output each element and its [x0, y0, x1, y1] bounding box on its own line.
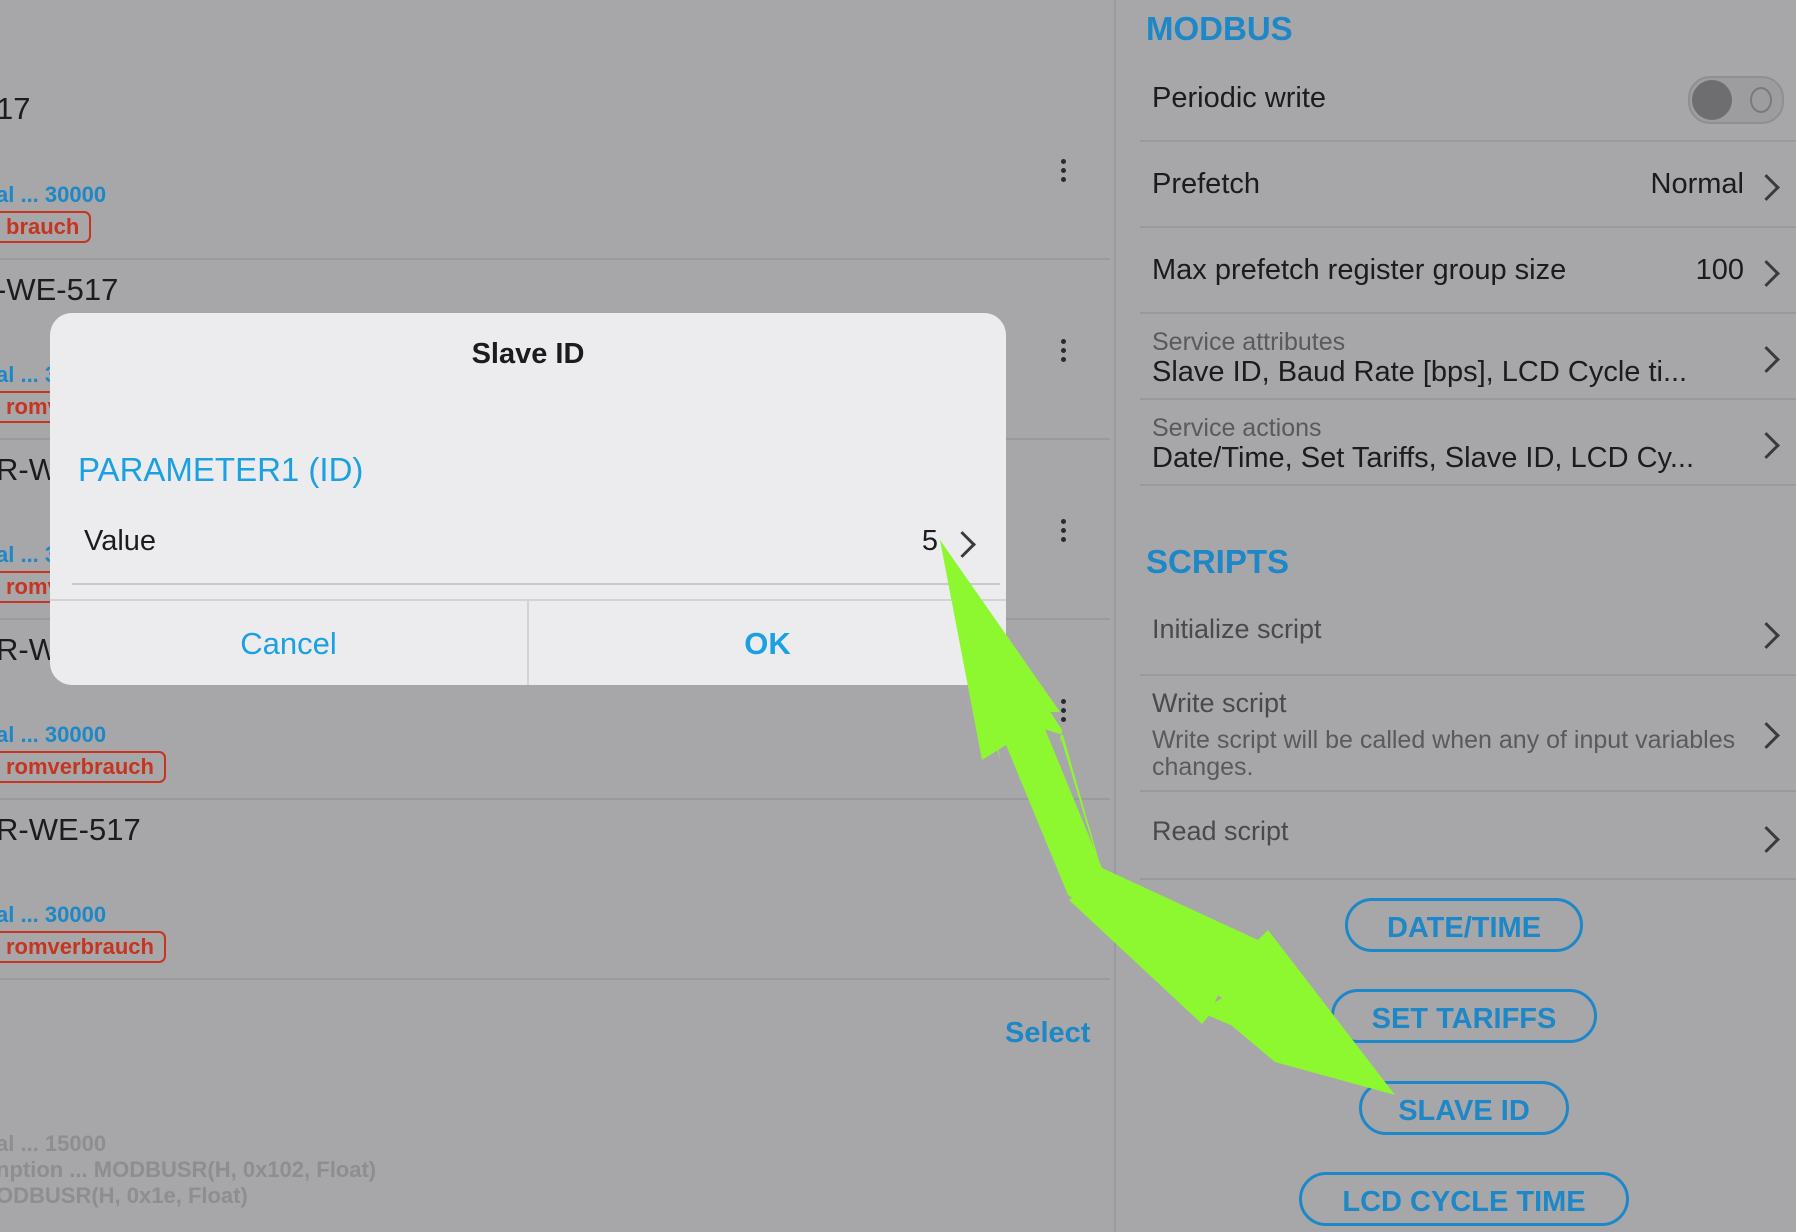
- set-tariffs-button[interactable]: SET TARIFFS: [1331, 989, 1597, 1043]
- select-link[interactable]: Select: [1005, 1017, 1090, 1050]
- divider: [1140, 878, 1796, 880]
- chevron-right-icon: [1753, 826, 1780, 853]
- list-item[interactable]: R-WE-517 al ... 30000 romverbrauch: [0, 800, 1110, 980]
- initialize-script-label: Initialize script: [1152, 614, 1322, 644]
- service-attributes-value: Slave ID, Baud Rate [bps], LCD Cycle ti.…: [1152, 356, 1688, 388]
- periodic-write-label: Periodic write: [1152, 82, 1327, 114]
- dialog-title: Slave ID: [471, 338, 585, 370]
- periodic-write-toggle[interactable]: [1688, 76, 1784, 124]
- list-item-meta: al ... 30000: [0, 722, 107, 747]
- list-item-meta: al ... 3: [0, 362, 58, 387]
- service-attributes-caption: Service attributes: [1152, 328, 1346, 356]
- list-item-meta: al ... 30000: [0, 902, 107, 927]
- dialog-section-header: PARAMETER1 (ID): [78, 451, 364, 488]
- value-label: Value: [84, 525, 157, 557]
- service-actions-value: Date/Time, Set Tariffs, Slave ID, LCD Cy…: [1152, 442, 1695, 474]
- service-actions-row[interactable]: Service actions Date/Time, Set Tariffs, …: [1140, 400, 1796, 486]
- more-options-icon[interactable]: [1058, 337, 1070, 367]
- date-time-button[interactable]: DATE/TIME: [1345, 898, 1583, 952]
- list-item-title: R-WE-517: [0, 812, 141, 847]
- list-item-meta: al ... 30000: [0, 182, 107, 207]
- section-title-scripts: SCRIPTS: [1146, 543, 1290, 580]
- periodic-write-row: Periodic write: [1140, 62, 1796, 142]
- slave-id-dialog: Slave ID PARAMETER1 (ID) Value 5 Cancel …: [50, 313, 1006, 685]
- service-actions-caption: Service actions: [1152, 414, 1322, 442]
- write-script-label: Write script: [1152, 688, 1287, 718]
- chevron-right-icon: [1753, 260, 1780, 287]
- read-script-label: Read script: [1152, 816, 1289, 846]
- prefetch-value: Normal: [1650, 168, 1744, 200]
- write-script-description: Write script will be called when any of …: [1152, 726, 1736, 754]
- max-prefetch-value: 100: [1695, 254, 1744, 286]
- chevron-right-icon: [1753, 174, 1780, 201]
- chevron-right-icon: [949, 531, 976, 558]
- list-item-title: 17: [0, 91, 31, 126]
- value-row[interactable]: Value 5: [72, 499, 1000, 585]
- list-item-tag: brauch: [0, 211, 92, 243]
- read-script-row[interactable]: Read script: [1140, 792, 1796, 880]
- more-options-icon[interactable]: [1058, 517, 1070, 547]
- chevron-right-icon: [1753, 346, 1780, 373]
- list-item-tag: romverbrauch: [0, 931, 166, 963]
- value-field[interactable]: 5: [922, 525, 938, 558]
- chevron-right-icon: [1753, 622, 1780, 649]
- settings-panel: MODBUS Periodic write Prefetch Normal Ma…: [1114, 0, 1796, 1232]
- section-title-modbus: MODBUS: [1146, 10, 1293, 47]
- list-item-title: -WE-517: [0, 272, 119, 307]
- divider: [0, 978, 1110, 980]
- more-options-icon[interactable]: [1058, 157, 1070, 187]
- divider: [1140, 484, 1796, 486]
- ok-button[interactable]: OK: [529, 601, 1006, 685]
- dialog-button-bar: Cancel OK: [50, 599, 1006, 685]
- list-item[interactable]: 17 al ... 30000 brauch: [0, 0, 1110, 260]
- list-item-tag: romverbrauch: [0, 751, 166, 783]
- max-prefetch-label: Max prefetch register group size: [1152, 254, 1567, 286]
- list-item-meta: al ... 15000: [0, 1131, 107, 1156]
- divider: [72, 583, 1000, 585]
- max-prefetch-row[interactable]: Max prefetch register group size 100: [1140, 228, 1796, 314]
- service-attributes-row[interactable]: Service attributes Slave ID, Baud Rate […: [1140, 314, 1796, 400]
- write-script-description: changes.: [1152, 753, 1254, 781]
- list-item-meta: nption ... MODBUSR(H, 0x102, Float): [0, 1157, 377, 1182]
- write-script-row[interactable]: Write script Write script will be called…: [1140, 676, 1796, 792]
- prefetch-label: Prefetch: [1152, 168, 1260, 200]
- slave-id-button[interactable]: SLAVE ID: [1359, 1081, 1569, 1135]
- chevron-right-icon: [1753, 432, 1780, 459]
- prefetch-row[interactable]: Prefetch Normal: [1140, 142, 1796, 228]
- list-item-meta: ODBUSR(H, 0x1e, Float): [0, 1183, 248, 1208]
- cancel-button[interactable]: Cancel: [50, 601, 527, 685]
- initialize-script-row[interactable]: Initialize script: [1140, 590, 1796, 676]
- list-item-meta: al ... 3: [0, 542, 58, 567]
- more-options-icon[interactable]: [1058, 697, 1070, 727]
- lcd-cycle-time-button[interactable]: LCD CYCLE TIME: [1299, 1172, 1629, 1226]
- chevron-right-icon: [1753, 722, 1780, 749]
